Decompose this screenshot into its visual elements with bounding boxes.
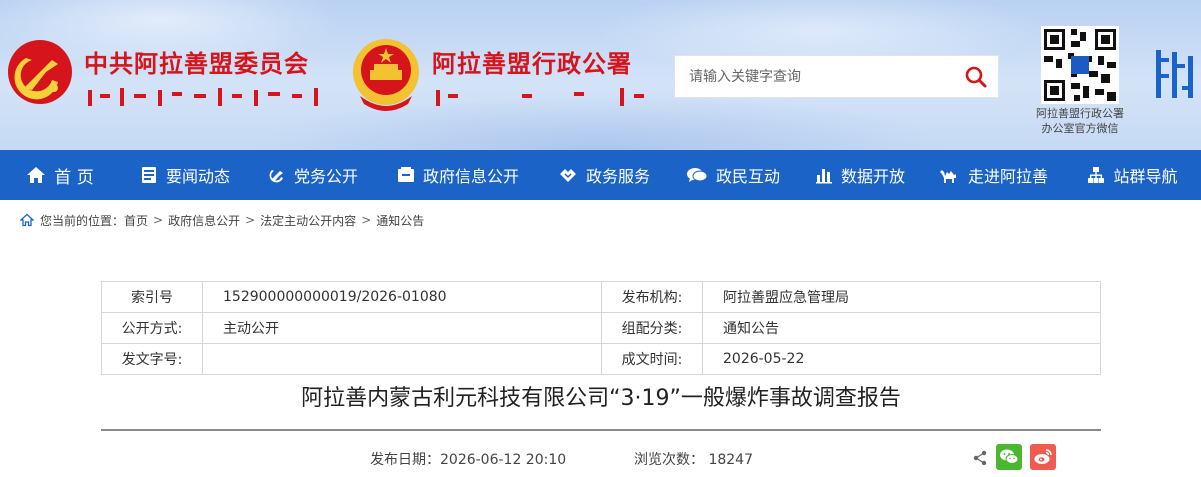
sitemap-icon [1088, 167, 1105, 183]
main-nav: 首 页 要闻动态 党务公开 政府信息公开 政务服务 政民互动 数据开放 走进阿拉… [0, 150, 1201, 200]
service-icon [559, 169, 576, 182]
docno-label: 发文字号: [101, 343, 203, 375]
bar-chart-icon [815, 169, 832, 184]
mode-label: 公开方式: [101, 312, 203, 344]
party-icon [269, 170, 283, 183]
breadcrumb: 您当前的位置： 首页 > 政府信息公开 > 法定主动公开内容 > 通知公告 [20, 211, 424, 229]
site-header: 中共阿拉善盟委员会 阿拉善盟行政公署 请输入关键字查询 阿拉善盟行政公署 办公室… [0, 0, 1201, 150]
wechat-icon [1000, 449, 1019, 464]
view-count: 浏览次数： 18247 [634, 452, 753, 468]
breadcrumb-separator: > [153, 213, 164, 227]
party-emblem-icon[interactable] [6, 38, 74, 106]
breadcrumb-prefix: 您当前的位置： [40, 213, 125, 228]
publisher-value: 阿拉善盟应急管理局 [702, 281, 1101, 313]
index-label: 索引号 [101, 281, 203, 313]
home-outline-icon [20, 213, 34, 227]
nav-label: 走进阿拉善 [967, 167, 1048, 186]
search-button[interactable] [954, 55, 998, 98]
nav-label: 政务服务 [585, 167, 650, 186]
weibo-icon [1034, 449, 1052, 464]
table-row: 发文字号: 成文时间: 2026-05-22 [101, 343, 1101, 375]
document-metadata-table: 索引号 152900000000019/2026-01080 发布机构: 阿拉善… [101, 281, 1101, 375]
gov-office-title[interactable]: 阿拉善盟行政公署 [432, 44, 632, 79]
nav-label: 站群导航 [1113, 167, 1178, 186]
qr-caption-line1: 阿拉善盟行政公署 [1036, 107, 1124, 120]
party-committee-title[interactable]: 中共阿拉善盟委员会 [84, 44, 309, 79]
breadcrumb-statutory[interactable]: 法定主动公开内容 [260, 212, 356, 229]
info-box-icon [397, 167, 414, 182]
home-icon [27, 167, 46, 183]
nav-item-interaction[interactable]: 政民互动 [668, 150, 798, 200]
share-weibo-button[interactable] [1030, 444, 1056, 470]
gov-mongolian-script [436, 88, 644, 106]
nav-label: 党务公开 [293, 167, 358, 186]
nav-item-news[interactable]: 要闻动态 [120, 150, 250, 200]
qr-caption-line2: 办公室官方微信 [1041, 122, 1119, 135]
nav-item-gov-info[interactable]: 政府信息公开 [376, 150, 540, 200]
nav-label: 政民互动 [715, 167, 780, 186]
nav-item-site-nav[interactable]: 站群导航 [1064, 150, 1201, 200]
table-row: 索引号 152900000000019/2026-01080 发布机构: 阿拉善… [101, 281, 1101, 313]
mongolian-emblem-script [1156, 50, 1193, 98]
search-box [674, 55, 999, 98]
nav-item-party[interactable]: 党务公开 [250, 150, 376, 200]
breadcrumb-notices[interactable]: 通知公告 [376, 212, 424, 229]
share-wechat-button[interactable] [996, 444, 1022, 470]
national-emblem-icon[interactable] [350, 36, 422, 112]
article-title: 阿拉善内蒙古利元科技有限公司“3·19”一般爆炸事故调查报告 [301, 386, 901, 411]
publisher-label: 发布机构: [601, 281, 703, 313]
mode-value: 主动公开 [202, 312, 602, 344]
created-value: 2026-05-22 [702, 343, 1101, 375]
search-icon [965, 66, 987, 87]
nav-label: 要闻动态 [165, 167, 230, 186]
index-value: 152900000000019/2026-01080 [202, 281, 602, 313]
breadcrumb-separator: > [361, 213, 372, 227]
category-value: 通知公告 [702, 312, 1101, 344]
docno-value [202, 343, 602, 375]
news-icon [141, 167, 156, 183]
nav-item-services[interactable]: 政务服务 [540, 150, 668, 200]
category-label: 组配分类: [601, 312, 703, 344]
created-label: 成文时间: [601, 343, 703, 375]
share-icon[interactable] [972, 450, 988, 466]
party-mongolian-script [88, 88, 318, 106]
nav-label: 首 页 [54, 167, 94, 188]
breadcrumb-home[interactable]: 首页 [124, 212, 148, 229]
qr-caption: 阿拉善盟行政公署 办公室官方微信 [1022, 106, 1138, 136]
nav-item-open-data[interactable]: 数据开放 [798, 150, 922, 200]
table-row: 公开方式: 主动公开 组配分类: 通知公告 [101, 312, 1101, 344]
title-divider [101, 429, 1101, 431]
wechat-qr-code [1041, 26, 1119, 104]
breadcrumb-gov-info[interactable]: 政府信息公开 [168, 212, 240, 229]
nav-label: 政府信息公开 [422, 167, 519, 186]
camel-icon [939, 170, 956, 183]
chat-icon [686, 168, 708, 182]
nav-item-about-alxa[interactable]: 走进阿拉善 [922, 150, 1064, 200]
nav-label: 数据开放 [840, 167, 905, 186]
search-input[interactable] [675, 56, 954, 97]
publish-date: 发布日期：2026-06-12 20:10 [370, 452, 567, 468]
breadcrumb-separator: > [245, 213, 256, 227]
nav-item-home[interactable]: 首 页 [0, 150, 120, 200]
